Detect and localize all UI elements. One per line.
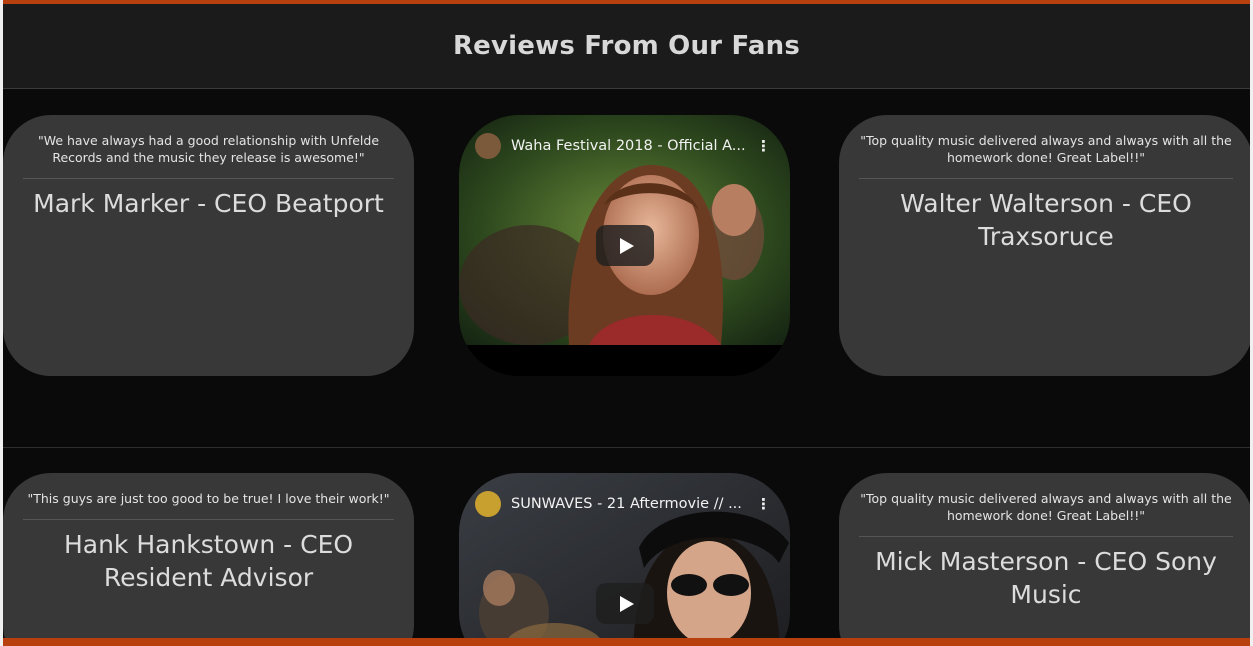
page-frame: Reviews From Our Fans "We have always ha… xyxy=(0,0,1253,646)
review-quote: "Top quality music delivered always and … xyxy=(859,490,1233,537)
review-author: Walter Walterson - CEO Traxsoruce xyxy=(900,189,1192,251)
play-icon xyxy=(620,237,634,254)
channel-avatar[interactable] xyxy=(475,491,501,517)
video-title-bar: Waha Festival 2018 - Official A... ⋮ xyxy=(475,133,771,159)
review-author: Hank Hankstown - CEO Resident Advisor xyxy=(63,530,354,592)
channel-avatar[interactable] xyxy=(475,133,501,159)
bottom-accent-bar xyxy=(3,638,1250,646)
review-card-walter-walterson: "Top quality music delivered always and … xyxy=(839,115,1250,376)
play-button[interactable] xyxy=(596,225,654,266)
review-author: Mark Marker - CEO Beatport xyxy=(33,189,384,218)
review-quote: "We have always had a good relationship … xyxy=(23,132,394,179)
more-vert-icon[interactable]: ⋮ xyxy=(756,137,771,155)
row-divider xyxy=(3,447,1250,448)
play-button[interactable] xyxy=(596,583,654,624)
play-icon xyxy=(620,595,634,612)
section-header: Reviews From Our Fans xyxy=(3,4,1250,89)
video-title[interactable]: SUNWAVES - 21 Aftermovie // ... xyxy=(511,496,750,512)
review-quote: "This guys are just too good to be true!… xyxy=(23,490,394,520)
review-card-mick-masterson: "Top quality music delivered always and … xyxy=(839,473,1250,646)
video-title-bar: SUNWAVES - 21 Aftermovie // ... ⋮ xyxy=(475,491,771,517)
section-title: Reviews From Our Fans xyxy=(452,31,801,61)
video-title[interactable]: Waha Festival 2018 - Official A... xyxy=(511,138,750,154)
review-author: Mick Masterson - CEO Sony Music xyxy=(875,547,1217,609)
video-embed-sunwaves[interactable]: SUNWAVES - 21 Aftermovie // ... ⋮ xyxy=(459,473,790,646)
review-quote: "Top quality music delivered always and … xyxy=(859,132,1233,179)
video-embed-waha-festival[interactable]: Waha Festival 2018 - Official A... ⋮ xyxy=(459,115,790,376)
review-card-mark-marker: "We have always had a good relationship … xyxy=(3,115,414,376)
more-vert-icon[interactable]: ⋮ xyxy=(756,495,771,513)
review-card-hank-hankstown: "This guys are just too good to be true!… xyxy=(3,473,414,646)
